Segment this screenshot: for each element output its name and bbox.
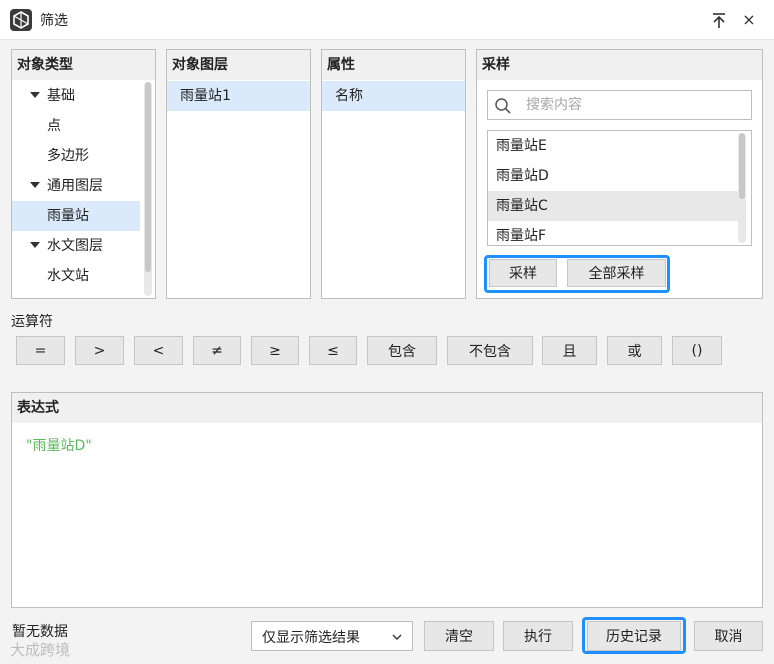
- chevron-down-icon: [392, 634, 402, 640]
- operator-less-equal-button[interactable]: ≤: [309, 336, 357, 365]
- attribute-panel: 属性 名称: [321, 49, 466, 299]
- sample-all-button[interactable]: 全部采样: [567, 259, 666, 287]
- app-logo-icon: [10, 9, 32, 31]
- collapse-triangle-icon[interactable]: [30, 92, 40, 98]
- sample-list-scrollbar[interactable]: [738, 133, 746, 243]
- execute-button[interactable]: 执行: [503, 621, 573, 651]
- filter-dropdown[interactable]: 仅显示筛选结果: [251, 621, 413, 651]
- search-icon: [495, 98, 511, 114]
- tree-item-general-layer[interactable]: 通用图层: [12, 171, 140, 201]
- operator-contains-button[interactable]: 包含: [367, 336, 437, 365]
- pin-top-icon[interactable]: [708, 10, 730, 32]
- sample-list: 雨量站E 雨量站D 雨量站C 雨量站F: [487, 130, 752, 246]
- window-title: 筛选: [40, 13, 68, 29]
- status-text: 暂无数据: [12, 624, 68, 640]
- tree-item-hydro-layer[interactable]: 水文图层: [12, 231, 140, 261]
- operator-less-button[interactable]: <: [134, 336, 183, 365]
- sample-item[interactable]: 雨量站C: [488, 191, 738, 221]
- object-type-panel: 对象类型 基础 点 多边形 通用图层 雨量站 水文图层 水文站: [11, 49, 156, 299]
- collapse-triangle-icon[interactable]: [30, 242, 40, 248]
- tree-item-polygon[interactable]: 多边形: [12, 141, 140, 171]
- filter-dropdown-value: 仅显示筛选结果: [262, 630, 360, 646]
- watermark-text: 大成跨境: [10, 641, 71, 659]
- close-icon[interactable]: ×: [738, 10, 760, 32]
- expression-header: 表达式: [12, 393, 762, 423]
- sample-button[interactable]: 采样: [489, 259, 557, 287]
- operator-parentheses-button[interactable]: (): [672, 336, 722, 365]
- sample-item[interactable]: 雨量站D: [488, 161, 738, 191]
- operator-greater-button[interactable]: >: [75, 336, 124, 365]
- collapse-triangle-icon[interactable]: [30, 182, 40, 188]
- history-button[interactable]: 历史记录: [587, 621, 681, 651]
- operator-or-button[interactable]: 或: [607, 336, 662, 365]
- cancel-button[interactable]: 取消: [694, 621, 763, 651]
- sample-item[interactable]: 雨量站F: [488, 221, 738, 245]
- operator-and-button[interactable]: 且: [542, 336, 597, 365]
- expression-panel[interactable]: 表达式 "雨量站D": [11, 392, 763, 608]
- object-type-scrollbar[interactable]: [144, 82, 152, 296]
- object-layer-panel: 对象图层 雨量站1: [166, 49, 311, 299]
- attribute-header: 属性: [322, 50, 465, 80]
- tree-item-basic[interactable]: 基础: [12, 81, 140, 111]
- operator-equal-button[interactable]: =: [16, 336, 65, 365]
- tree-item-point[interactable]: 点: [12, 111, 140, 141]
- sample-header: 采样: [477, 50, 762, 80]
- operators-label: 运算符: [11, 314, 53, 330]
- expression-value: "雨量站D": [26, 438, 92, 454]
- layer-item[interactable]: 雨量站1: [167, 81, 310, 111]
- object-type-header: 对象类型: [12, 50, 155, 80]
- operator-not-equal-button[interactable]: ≠: [193, 336, 241, 365]
- operator-greater-equal-button[interactable]: ≥: [251, 336, 299, 365]
- search-box: [487, 90, 752, 120]
- sample-item[interactable]: 雨量站E: [488, 131, 738, 161]
- tree-item-hydro-station[interactable]: 水文站: [12, 261, 140, 291]
- attribute-item[interactable]: 名称: [322, 81, 465, 111]
- object-layer-header: 对象图层: [167, 50, 310, 80]
- operator-not-contains-button[interactable]: 不包含: [447, 336, 533, 365]
- search-input[interactable]: [526, 95, 741, 115]
- clear-button[interactable]: 清空: [424, 621, 494, 651]
- tree-item-rain-station[interactable]: 雨量站: [12, 201, 140, 231]
- title-bar: 筛选 ×: [0, 0, 774, 40]
- scrollbar-thumb[interactable]: [739, 133, 745, 199]
- scrollbar-thumb[interactable]: [145, 82, 151, 272]
